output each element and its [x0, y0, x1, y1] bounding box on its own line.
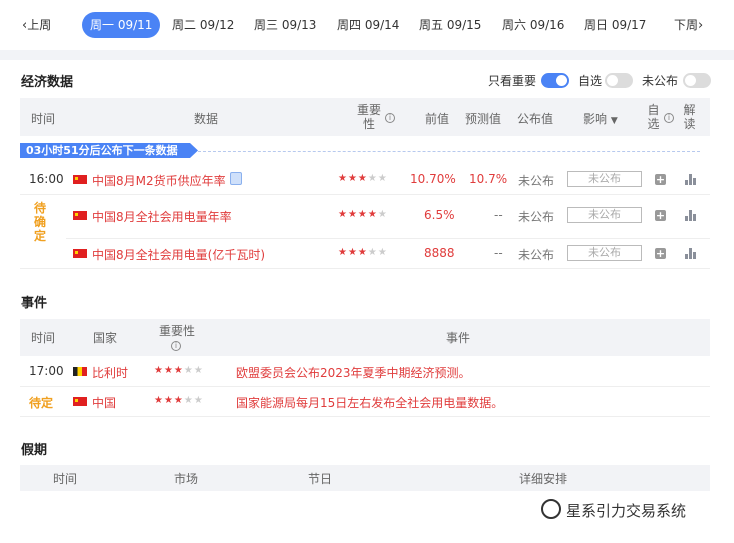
event-row-1-time: 17:00 — [29, 364, 64, 378]
econ-col-impact-label: 影响 — [583, 112, 608, 126]
china-flag-icon — [73, 397, 87, 406]
self-selected-toggle[interactable] — [605, 73, 633, 88]
event-row-2-time: 待定 — [29, 396, 54, 410]
bar-chart-icon[interactable] — [685, 210, 696, 221]
events-col-event: 事件 — [446, 331, 471, 345]
china-flag-icon — [73, 175, 87, 184]
econ-row-3-name[interactable]: 中国8月全社会用电量(亿千瓦时) — [92, 246, 265, 263]
countdown-text: 03小时51分后公布下一条数据 — [20, 143, 198, 158]
divider — [66, 238, 710, 239]
econ-col-interpret: 解读 — [683, 103, 696, 131]
econ-col-previous: 前值 — [425, 112, 450, 126]
unpublished-toggle[interactable] — [683, 73, 711, 88]
events-col-time: 时间 — [31, 331, 56, 345]
divider — [20, 194, 710, 195]
econ-row-3-impact: 未公布 — [567, 245, 642, 261]
important-only-label: 只看重要 — [488, 74, 537, 88]
econ-row-2-impact: 未公布 — [567, 207, 642, 223]
holidays-table-header — [20, 465, 710, 491]
add-watch-icon[interactable]: + — [655, 174, 666, 185]
china-flag-icon — [73, 211, 87, 220]
econ-row-3-previous: 8888 — [424, 246, 455, 260]
divider — [20, 268, 710, 269]
document-icon[interactable] — [230, 172, 242, 185]
important-only-toggle[interactable] — [541, 73, 569, 88]
day-tab-fri[interactable]: 周五 09/15 — [419, 12, 481, 38]
econ-row-1-name[interactable]: 中国8月M2货币供应年率 — [92, 172, 226, 189]
belgium-flag-icon — [73, 367, 87, 376]
watermark-text: 星系引力交易系统 — [566, 502, 687, 520]
econ-row-3-stars: ★★★★★ — [338, 247, 388, 258]
holidays-col-details: 详细安排 — [519, 472, 568, 486]
events-section-title: 事件 — [21, 296, 48, 311]
econ-row-2-name[interactable]: 中国8月全社会用电量年率 — [92, 208, 232, 225]
events-col-country: 国家 — [93, 331, 118, 345]
holidays-col-market: 市场 — [174, 472, 199, 486]
self-selected-label: 自选 — [578, 74, 603, 88]
prev-week-label: 上周 — [27, 18, 52, 32]
day-tab-sun[interactable]: 周日 09/17 — [584, 12, 646, 38]
event-row-1-text: 欧盟委员会公布2023年夏季中期经济预测。 — [236, 366, 471, 380]
econ-col-importance: 重要性 — [356, 103, 381, 131]
event-row-1-country: 比利时 — [92, 366, 129, 380]
econ-col-data: 数据 — [194, 112, 219, 126]
holidays-col-time: 时间 — [53, 472, 78, 486]
holidays-section-title: 假期 — [21, 443, 48, 458]
bar-chart-icon[interactable] — [685, 174, 696, 185]
prev-week-button[interactable]: ‹上周 — [22, 12, 51, 38]
china-flag-icon — [73, 249, 87, 258]
day-tab-mon[interactable]: 周一 09/11 — [82, 12, 161, 38]
week-nav-bar: ‹上周 周一 09/11 周二 09/12 周三 09/13 周四 09/14 … — [0, 0, 734, 50]
wechat-icon — [541, 499, 561, 519]
day-tab-thu[interactable]: 周四 09/14 — [337, 12, 399, 38]
day-tab-sat[interactable]: 周六 09/16 — [502, 12, 564, 38]
econ-row-2-stars: ★★★★★ — [338, 209, 388, 220]
econ-section-title: 经济数据 — [21, 75, 74, 90]
events-importance-info-icon[interactable]: i — [171, 338, 181, 352]
econ-col-forecast: 预测值 — [465, 112, 502, 126]
econ-row-1-forecast: 10.7% — [469, 172, 508, 186]
holidays-col-holiday: 节日 — [308, 472, 333, 486]
econ-row-2-actual: 未公布 — [518, 210, 555, 224]
econ-row-2-previous: 6.5% — [424, 208, 455, 222]
econ-importance-info-icon[interactable]: i — [385, 110, 395, 124]
econ-col-watch: 自选 — [647, 103, 660, 131]
event-row-2-country: 中国 — [92, 396, 117, 410]
bar-chart-icon[interactable] — [685, 248, 696, 259]
econ-row-3-actual: 未公布 — [518, 248, 555, 262]
events-col-importance: 重要性 — [159, 324, 196, 338]
econ-watch-info-icon[interactable]: i — [664, 110, 674, 124]
econ-row-3-forecast: -- — [494, 246, 503, 260]
econ-row-1-previous: 10.70% — [410, 172, 456, 186]
event-row-2-stars: ★★★★★ — [154, 395, 204, 406]
day-tab-wed[interactable]: 周三 09/13 — [254, 12, 316, 38]
econ-row-2-time: 待确定 — [33, 201, 46, 243]
caret-down-icon: ▼ — [610, 116, 618, 126]
econ-row-2-forecast: -- — [494, 208, 503, 222]
events-table-header — [20, 319, 710, 356]
next-week-label: 下周 — [674, 18, 699, 32]
econ-row-1-time: 16:00 — [29, 172, 64, 186]
unpublished-label: 未公布 — [642, 74, 679, 88]
econ-row-1-actual: 未公布 — [518, 174, 555, 188]
econ-col-time: 时间 — [31, 112, 56, 126]
econ-row-1-impact: 未公布 — [567, 171, 642, 187]
event-row-2-text: 国家能源局每月15日左右发布全社会用电量数据。 — [236, 396, 504, 410]
econ-col-actual: 公布值 — [517, 112, 554, 126]
divider — [20, 386, 710, 387]
next-week-button[interactable]: 下周› — [674, 12, 703, 38]
add-watch-icon[interactable]: + — [655, 248, 666, 259]
econ-row-1-stars: ★★★★★ — [338, 173, 388, 184]
add-watch-icon[interactable]: + — [655, 210, 666, 221]
countdown-divider — [198, 151, 700, 152]
econ-col-impact[interactable]: 影响 ▼ — [583, 110, 618, 127]
day-tab-tue[interactable]: 周二 09/12 — [172, 12, 234, 38]
divider — [20, 416, 710, 417]
chevron-right-icon: › — [698, 18, 704, 33]
event-row-1-stars: ★★★★★ — [154, 365, 204, 376]
